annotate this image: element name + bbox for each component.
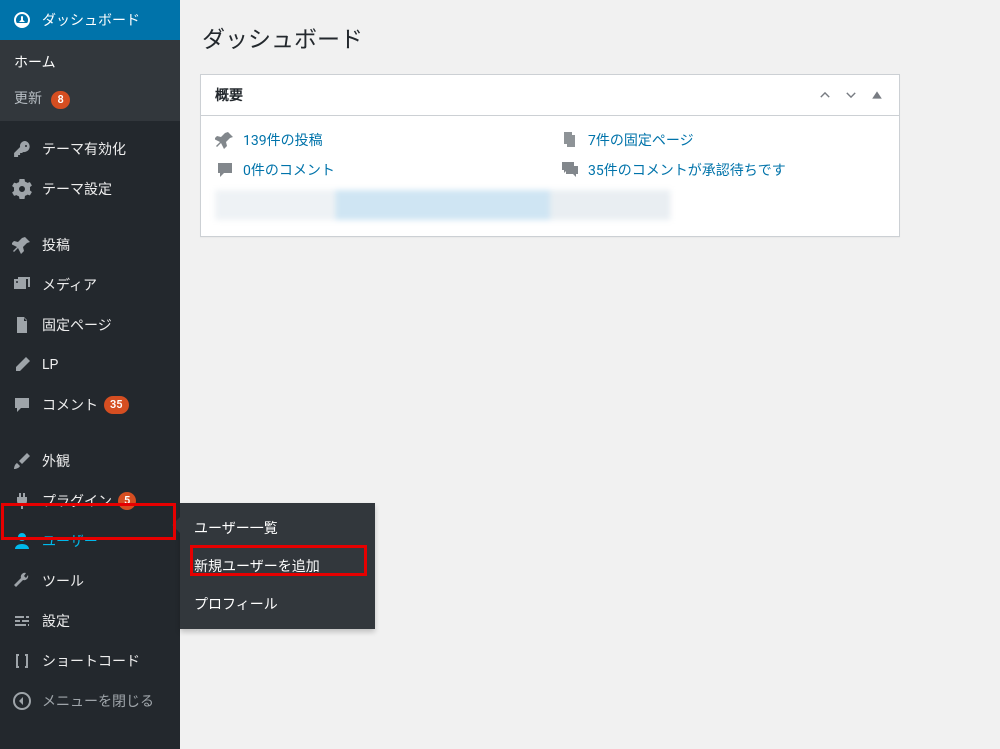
comments-stack-icon [560,160,580,180]
edit-icon [12,355,32,375]
flyout-item-add-user[interactable]: 新規ユーザーを追加 [180,547,375,585]
sidebar-item-media[interactable]: メディア [0,265,180,305]
sidebar-label-comments: コメント [42,395,98,415]
sidebar-label-theme-activate: テーマ有効化 [42,139,126,159]
sidebar-item-pages[interactable]: 固定ページ [0,305,180,345]
stat-pages: 7件の固定ページ [560,130,885,150]
sidebar-item-users[interactable]: ユーザー [0,521,180,561]
sidebar-item-theme-settings[interactable]: テーマ設定 [0,169,180,209]
flyout-label-profile: プロフィール [194,597,278,613]
pin-icon [215,130,235,150]
sidebar-item-shortcode[interactable]: ショートコード [0,641,180,681]
stat-pages-link[interactable]: 7件の固定ページ [588,130,694,150]
sidebar-label-settings: 設定 [42,611,70,631]
stat-pending: 35件のコメントが承認待ちです [560,160,885,180]
sidebar-label-appearance: 外観 [42,451,70,471]
sidebar-label-pages: 固定ページ [42,315,112,335]
flyout-label-users-list: ユーザー一覧 [194,521,278,537]
media-icon [12,275,32,295]
sidebar-submenu-dashboard: ホーム 更新 8 [0,40,180,121]
comment-icon [215,160,235,180]
shortcode-icon [12,651,32,671]
stat-pending-link[interactable]: 35件のコメントが承認待ちです [588,160,786,180]
sidebar-item-lp[interactable]: LP [0,345,180,385]
flyout-item-profile[interactable]: プロフィール [180,585,375,623]
pages-stack-icon [560,130,580,150]
key-icon [12,139,32,159]
main-content: ダッシュボード 概要 [180,0,1000,749]
sidebar-label-updates: 更新 [14,91,42,107]
sidebar-label-posts: 投稿 [42,235,70,255]
sidebar-item-comments[interactable]: コメント 35 [0,385,180,425]
stat-comments-link[interactable]: 0件のコメント [243,160,335,180]
sliders-icon [12,611,32,631]
pin-icon [12,235,32,255]
panel-body: 139件の投稿 7件の固定ページ 0件のコメント [201,116,899,236]
panel-move-up-icon[interactable] [817,87,833,103]
sidebar-label-dashboard: ダッシュボード [42,10,140,30]
sidebar-label-tools: ツール [42,571,84,591]
dashboard-icon [12,10,32,30]
admin-sidebar: ダッシュボード ホーム 更新 8 テーマ有効化 テーマ設定 [0,0,180,749]
sidebar-label-theme-settings: テーマ設定 [42,179,112,199]
active-arrow-indicator [180,10,190,30]
sidebar-item-appearance[interactable]: 外観 [0,441,180,481]
sidebar-label-lp: LP [42,357,58,373]
sidebar-subitem-updates[interactable]: 更新 8 [0,80,180,117]
updates-badge: 8 [51,91,69,109]
sidebar-label-home: ホーム [14,55,56,71]
sidebar-subitem-home[interactable]: ホーム [0,44,180,80]
sidebar-label-users: ユーザー [42,531,98,551]
comment-icon [12,395,32,415]
panel-header: 概要 [201,75,899,116]
plugins-badge: 5 [118,492,136,510]
gear-icon [12,179,32,199]
panel-toggle-icon[interactable] [869,87,885,103]
wrench-icon [12,571,32,591]
panel-controls [817,87,885,103]
sidebar-label-shortcode: ショートコード [42,651,140,671]
panel-title: 概要 [215,85,243,105]
brush-icon [12,451,32,471]
panel-footer-blurred [215,190,885,220]
stat-posts: 139件の投稿 [215,130,540,150]
plugin-icon [12,491,32,511]
flyout-label-add-user: 新規ユーザーを追加 [194,559,320,575]
flyout-item-users-list[interactable]: ユーザー一覧 [180,509,375,547]
stat-comments: 0件のコメント [215,160,540,180]
sidebar-item-dashboard[interactable]: ダッシュボード [0,0,180,40]
page-icon [12,315,32,335]
overview-panel: 概要 [200,74,900,237]
sidebar-item-tools[interactable]: ツール [0,561,180,601]
sidebar-item-collapse[interactable]: メニューを閉じる [0,681,180,721]
sidebar-item-settings[interactable]: 設定 [0,601,180,641]
panel-move-down-icon[interactable] [843,87,859,103]
sidebar-item-posts[interactable]: 投稿 [0,225,180,265]
sidebar-label-plugins: プラグイン [42,491,112,511]
stat-posts-link[interactable]: 139件の投稿 [243,130,323,150]
sidebar-item-theme-activate[interactable]: テーマ有効化 [0,129,180,169]
comments-badge: 35 [104,396,129,414]
sidebar-label-collapse: メニューを閉じる [42,691,154,711]
user-icon [12,531,32,551]
sidebar-item-plugins[interactable]: プラグイン 5 [0,481,180,521]
flyout-arrow [172,517,180,533]
collapse-icon [12,691,32,711]
users-flyout-submenu: ユーザー一覧 新規ユーザーを追加 プロフィール [180,503,375,629]
sidebar-label-media: メディア [42,275,97,295]
page-title: ダッシュボード [202,20,980,54]
